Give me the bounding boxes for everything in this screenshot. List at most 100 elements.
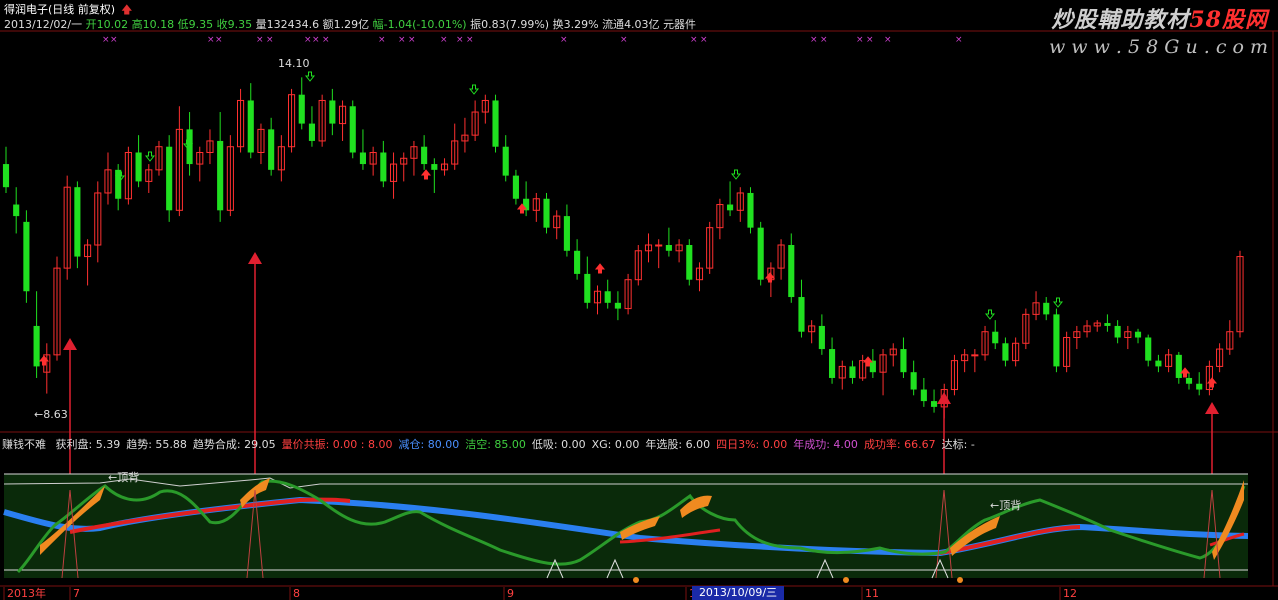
signal-arrow-icon <box>63 338 77 350</box>
candle-body-down <box>1155 360 1162 367</box>
candle-body-down <box>1185 377 1193 384</box>
candle-body-up <box>971 354 979 357</box>
candle-body-down <box>1145 337 1152 361</box>
candle-body-down <box>818 325 825 350</box>
candle-body-down <box>665 245 672 251</box>
orange-dot <box>957 577 963 583</box>
indicator-value: XG: 0.00 <box>591 438 640 451</box>
sell-arrow-icon <box>468 84 480 95</box>
candle-body-down <box>798 297 805 332</box>
marker-icon: × <box>322 35 330 45</box>
marker-icon: × <box>102 35 110 45</box>
buy-arrow-icon <box>594 263 606 274</box>
candle-body-down <box>563 216 570 251</box>
indicator-value: 年选股: 6.00 <box>645 438 711 451</box>
indicator-value: 成功率: 66.67 <box>863 438 936 451</box>
sell-arrow-icon <box>730 169 742 180</box>
candle-body-down <box>992 331 999 344</box>
top-back-label: ←顶背 <box>108 470 139 484</box>
candle-body-down <box>1053 314 1060 367</box>
marker-icon: × <box>207 35 215 45</box>
indicator-value: 四日3%: 0.00 <box>716 438 788 451</box>
signal-arrow-icon <box>937 392 951 404</box>
indicator-value: 获利盘: 5.39 <box>55 438 121 451</box>
candle-body-down <box>329 100 336 124</box>
candle-body-down <box>574 250 581 274</box>
top-markers: × × × × × × × × × × × × × × × × × × × × × × × × × <box>102 35 963 45</box>
candle-body-down <box>268 129 275 170</box>
orange-dot <box>633 577 639 583</box>
axis-label: 7 <box>73 587 80 600</box>
marker-icon: × <box>466 35 474 45</box>
candle-body-down <box>727 204 734 211</box>
candle-body-down <box>920 389 927 402</box>
oscillator-panel <box>3 473 1249 583</box>
candle-body-down <box>686 245 693 280</box>
sell-arrow-icon <box>304 71 316 82</box>
signal-arrow-icon <box>248 252 262 264</box>
top-back-label: ←顶背 <box>990 498 1021 512</box>
indicator-value: 达标: - <box>941 438 975 451</box>
candle-body-down <box>930 401 938 407</box>
candle-body-down <box>512 175 519 199</box>
marker-icon: × <box>110 35 118 45</box>
candle-body-down <box>1134 331 1142 338</box>
indicator-value: 趋势: 55.88 <box>126 438 187 451</box>
candle-body-down <box>757 227 764 280</box>
indicator-value: 减仓: 80.00 <box>398 438 460 451</box>
indicator-value: 洁空: 85.00 <box>465 438 526 451</box>
axis-label: 12 <box>1063 587 1077 600</box>
candle-body-down <box>1196 383 1203 390</box>
candle-body-down <box>74 187 81 257</box>
candle-body-down <box>298 94 305 124</box>
candle-body-down <box>788 245 795 298</box>
buy-arrow-icon <box>420 169 432 180</box>
candle-body-down <box>829 349 836 378</box>
candle-body-down <box>502 146 509 176</box>
candle-body-down <box>747 192 754 228</box>
marker-icon: × <box>810 35 818 45</box>
marker-icon: × <box>398 35 406 45</box>
indicator-value: 趋势合成: 29.05 <box>192 438 276 451</box>
indicator-value: 年成功: 4.00 <box>793 438 858 451</box>
signal-arrows <box>38 71 1219 490</box>
candle-body-down <box>217 140 224 211</box>
indicator-name[interactable]: 赚钱不难 <box>2 438 46 451</box>
marker-icon: × <box>440 35 448 45</box>
indicator-bar: 赚钱不难 获利盘: 5.39 趋势: 55.88 趋势合成: 29.05 量价共振: … <box>2 436 987 452</box>
marker-icon: × <box>820 35 828 45</box>
candle-body-down <box>166 146 173 211</box>
marker-icon: × <box>456 35 464 45</box>
candle-body-down <box>1002 343 1009 361</box>
high-price-label: 14.10 <box>278 57 310 70</box>
candle-body-down <box>2 164 10 188</box>
candle-body-down <box>421 146 428 165</box>
candle-body-down <box>380 152 387 182</box>
marker-icon: × <box>690 35 698 45</box>
candle-body-down <box>900 349 907 373</box>
candle-body-down <box>1114 325 1121 338</box>
candle-body-down <box>584 273 591 303</box>
candle-body-down <box>492 100 499 147</box>
stock-chart[interactable]: ××××××××××××××××××××××××× 2013年78911112 … <box>0 0 1278 600</box>
marker-icon: × <box>856 35 864 45</box>
candle-body-down <box>604 291 611 303</box>
axis-label: 8 <box>293 587 300 600</box>
sell-arrow-icon <box>1052 297 1064 308</box>
marker-icon: × <box>700 35 708 45</box>
candle-body-down <box>135 152 142 182</box>
buy-arrow-icon <box>764 272 776 283</box>
sell-arrow-icon <box>144 151 156 162</box>
candle-body-down <box>33 325 40 367</box>
candlestick-series <box>2 77 1244 419</box>
candle-body-down <box>910 372 917 390</box>
axis-label: 11 <box>865 587 879 600</box>
marker-icon: × <box>304 35 312 45</box>
candle-body-down <box>614 302 621 309</box>
cursor-date: 2013/10/09/三 <box>692 586 784 600</box>
candle-body-down <box>543 198 550 228</box>
marker-icon: × <box>256 35 264 45</box>
marker-icon: × <box>560 35 568 45</box>
orange-dot <box>843 577 849 583</box>
marker-icon: × <box>215 35 223 45</box>
